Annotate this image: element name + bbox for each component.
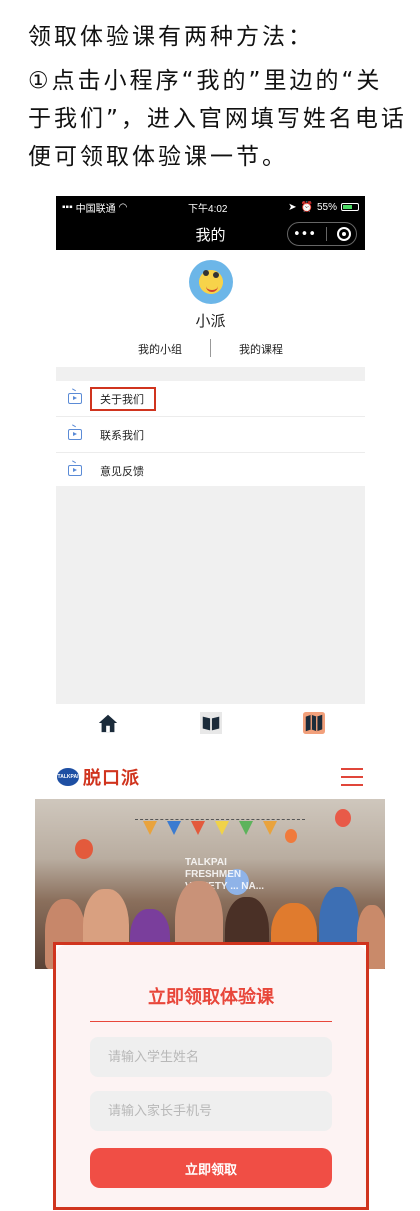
logo-badge: TALKPAI [57, 768, 79, 786]
miniprogram-capsule[interactable]: ••• [287, 222, 357, 246]
claim-trial-button[interactable]: 立即领取 [90, 1148, 332, 1188]
instructions: 领取体验课有两种方法： ①点击小程序“我的”里边的“关于我们”，进入官网填写姓名… [28, 18, 408, 176]
close-miniprogram-button[interactable] [336, 227, 351, 241]
bottom-tab-bar [56, 705, 365, 741]
menu-item-label: 联系我们 [100, 428, 144, 442]
site-logo[interactable]: TALKPAI 脱口派 [57, 764, 140, 790]
trial-signup-form: 立即领取体验课 立即领取 [53, 942, 369, 1210]
tv-icon [68, 465, 82, 476]
avatar[interactable] [188, 260, 233, 304]
balloon-decoration [335, 809, 351, 827]
phone-screenshot: ▪▪▪ 中国联通 ◠ 下午4:02 ➤ ⏰ 55% 我的 ••• 小派 我的小组… [56, 196, 365, 741]
tv-icon [68, 393, 82, 404]
parent-phone-input[interactable] [90, 1091, 332, 1131]
form-card: 立即领取体验课 立即领取 [56, 945, 366, 1207]
carrier-label: 中国联通 [75, 203, 116, 215]
instructions-line1: 领取体验课有两种方法： [28, 24, 314, 50]
capsule-divider [325, 227, 327, 241]
tv-icon [68, 429, 82, 440]
balloon-decoration [75, 839, 93, 859]
flag-decoration [263, 821, 277, 835]
flag-decoration [215, 821, 229, 835]
clock-label: 下午4:02 [188, 203, 228, 215]
map-icon[interactable] [302, 712, 325, 734]
nav-title: 我的 [195, 225, 226, 244]
flag-decoration [167, 821, 181, 835]
signal-icon: ▪▪▪ [62, 201, 73, 213]
menu-item-feedback[interactable]: 意见反馈 [56, 453, 365, 489]
menu-item-label: 意见反馈 [100, 464, 144, 478]
location-icon: ➤ [288, 201, 297, 213]
form-title: 立即领取体验课 [148, 987, 274, 1008]
menu-item-contact-us[interactable]: 联系我们 [56, 417, 365, 453]
menu-item-about-us[interactable]: 关于我们 [56, 381, 365, 417]
title-underline [90, 1021, 332, 1022]
section-separator [56, 367, 365, 381]
tab-my-groups[interactable]: 我的小组 [110, 341, 210, 357]
alarm-icon: ⏰ [300, 201, 313, 213]
instructions-line2: ①点击小程序“我的”里边的“关于我们”，进入官网填写姓名电话便可领取体验课一节。 [28, 68, 407, 170]
flag-decoration [143, 821, 157, 835]
user-name: 小派 [195, 312, 226, 330]
balloon-decoration [285, 829, 297, 843]
menu-item-label: 关于我们 [90, 386, 156, 411]
website-preview: TALKPAI 脱口派 TALKPAI FRESHMEN VARIETY ...… [35, 755, 385, 1211]
flag-decoration [239, 821, 253, 835]
more-menu-button[interactable]: ••• [293, 227, 316, 242]
site-header: TALKPAI 脱口派 [35, 755, 385, 799]
logo-text: 脱口派 [83, 768, 140, 789]
student-name-input[interactable] [90, 1037, 332, 1077]
tab-my-courses[interactable]: 我的课程 [211, 341, 311, 357]
home-icon[interactable] [97, 712, 119, 734]
hamburger-menu-icon[interactable] [341, 768, 363, 786]
empty-content-area [56, 486, 365, 704]
battery-icon [340, 203, 359, 211]
nav-bar: 我的 ••• [56, 218, 365, 250]
battery-label: 55% [316, 201, 337, 213]
wifi-icon: ◠ [118, 201, 128, 213]
flag-decoration [191, 821, 205, 835]
profile-section: 小派 我的小组 我的课程 [56, 250, 365, 357]
book-icon[interactable] [199, 712, 222, 734]
status-bar: ▪▪▪ 中国联通 ◠ 下午4:02 ➤ ⏰ 55% [56, 196, 365, 218]
profile-tabs: 我的小组 我的课程 [56, 339, 365, 357]
